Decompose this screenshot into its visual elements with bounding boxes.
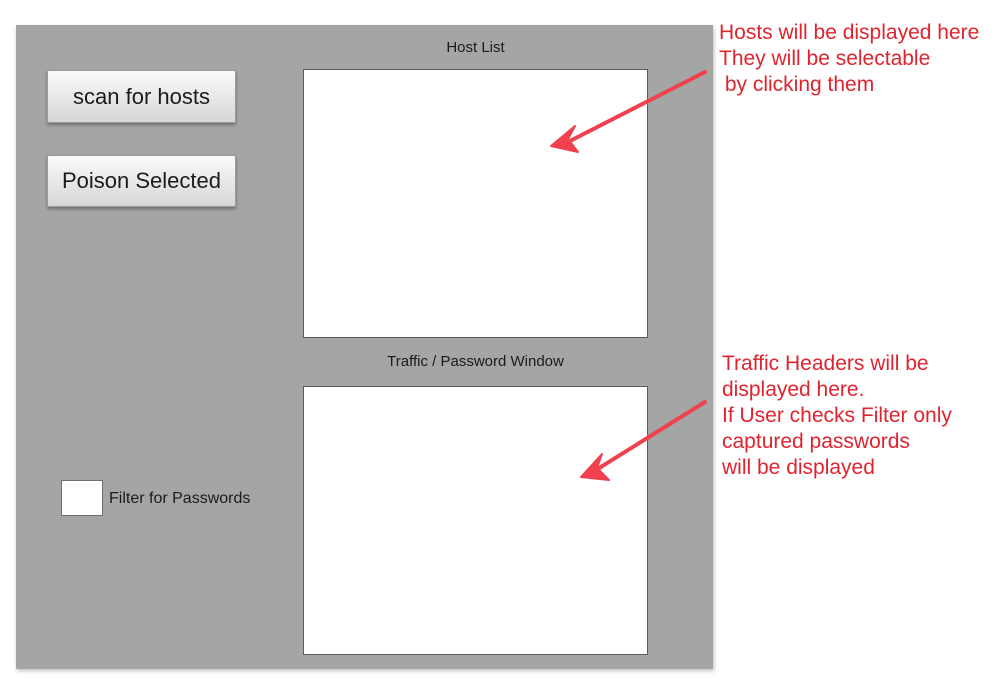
host-list-title: Host List: [446, 39, 505, 56]
poison-selected-button[interactable]: Poison Selected: [47, 155, 236, 207]
hosts-annotation: Hosts will be displayed here They will b…: [719, 21, 980, 96]
mockup-page: scan for hosts Poison Selected Host List…: [0, 0, 1001, 693]
traffic-window-title: Traffic / Password Window: [387, 353, 564, 370]
host-list-box[interactable]: [303, 69, 648, 338]
traffic-password-window[interactable]: [303, 386, 648, 655]
filter-passwords-label: Filter for Passwords: [109, 490, 251, 507]
scan-for-hosts-button[interactable]: scan for hosts: [47, 70, 236, 123]
traffic-annotation: Traffic Headers will be displayed here. …: [722, 352, 952, 479]
app-window: scan for hosts Poison Selected Host List…: [16, 25, 713, 669]
filter-passwords-checkbox[interactable]: [61, 480, 103, 516]
